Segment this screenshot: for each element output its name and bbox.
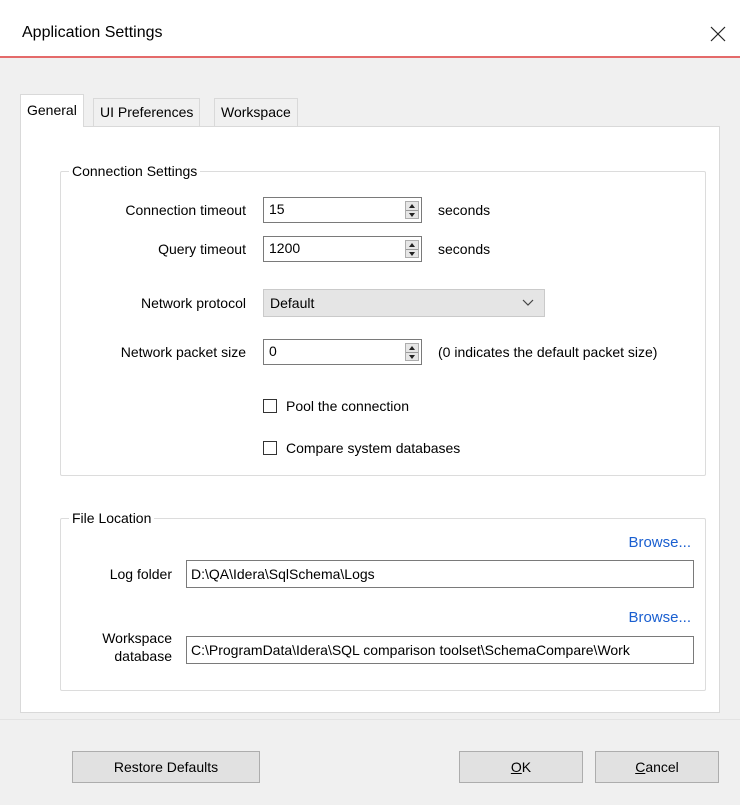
close-button[interactable] (696, 14, 740, 54)
query-timeout-value: 1200 (269, 240, 301, 256)
connection-settings-legend: Connection Settings (69, 162, 201, 180)
network-protocol-label: Network protocol (140, 295, 246, 311)
connection-timeout-unit: seconds (438, 202, 491, 218)
spin-up-icon (409, 204, 415, 208)
spin-up-icon (409, 243, 415, 247)
spin-down-icon (409, 355, 415, 359)
connection-timeout-spinner[interactable]: 15 (263, 197, 422, 223)
network-protocol-select[interactable]: Default (263, 289, 545, 317)
workspace-database-label: Workspace database (102, 629, 172, 665)
ok-button[interactable]: OK (459, 751, 583, 783)
query-timeout-spinner[interactable]: 1200 (263, 236, 422, 262)
ok-label-rest: K (521, 759, 532, 775)
chevron-down-icon (522, 299, 534, 306)
query-timeout-unit: seconds (438, 241, 491, 257)
tab-workspace[interactable]: Workspace (214, 98, 298, 126)
network-packet-size-label: Network packet size (120, 344, 246, 360)
tab-ui-preferences[interactable]: UI Preferences (93, 98, 201, 126)
ok-label-mnemonic: O (510, 759, 522, 775)
workspace-database-value: C:\ProgramData\Idera\SQL comparison tool… (191, 642, 630, 658)
connection-timeout-label: Connection timeout (125, 202, 246, 218)
footer-separator (0, 719, 740, 720)
log-folder-browse-link[interactable]: Browse... (628, 534, 691, 551)
file-location-legend: File Location (69, 509, 155, 527)
spin-up-icon (409, 346, 415, 350)
pool-connection-checkbox-row[interactable]: Pool the connection (263, 398, 409, 414)
network-packet-size-spinner[interactable]: 0 (263, 339, 422, 365)
connection-timeout-value: 15 (269, 201, 285, 217)
spin-down-icon (409, 252, 415, 256)
workspace-database-browse-link[interactable]: Browse... (628, 609, 691, 626)
connection-timeout-spin-buttons[interactable] (405, 201, 419, 219)
close-icon (710, 26, 726, 42)
compare-system-databases-checkbox[interactable] (263, 441, 277, 455)
pool-connection-label: Pool the connection (286, 398, 409, 414)
network-packet-size-value: 0 (269, 343, 277, 359)
query-timeout-label: Query timeout (158, 241, 246, 257)
log-folder-value: D:\QA\Idera\SqlSchema\Logs (191, 566, 375, 582)
compare-system-databases-label: Compare system databases (286, 440, 461, 456)
workspace-database-label-line1: Workspace (102, 630, 172, 646)
compare-system-databases-checkbox-row[interactable]: Compare system databases (263, 440, 460, 456)
pool-connection-checkbox[interactable] (263, 399, 277, 413)
cancel-label-mnemonic: C (635, 759, 646, 775)
restore-defaults-button[interactable]: Restore Defaults (72, 751, 260, 783)
network-packet-size-hint: (0 indicates the default packet size) (438, 344, 658, 360)
network-protocol-value: Default (270, 295, 315, 311)
title-bar: Application Settings (0, 0, 740, 58)
tab-general[interactable]: General (20, 94, 84, 127)
workspace-database-input[interactable]: C:\ProgramData\Idera\SQL comparison tool… (186, 636, 694, 664)
window-title: Application Settings (22, 24, 163, 41)
file-location-group: File Location Browse... Log folder D:\QA… (60, 509, 706, 691)
cancel-button[interactable]: Cancel (595, 751, 719, 783)
query-timeout-spin-buttons[interactable] (405, 240, 419, 258)
log-folder-input[interactable]: D:\QA\Idera\SqlSchema\Logs (186, 560, 694, 588)
tab-page-general: Connection Settings Connection timeout 1… (20, 126, 720, 713)
spin-down-icon (409, 213, 415, 217)
connection-settings-group: Connection Settings Connection timeout 1… (60, 162, 706, 476)
log-folder-label: Log folder (109, 566, 172, 582)
workspace-database-label-line2: database (114, 648, 172, 664)
cancel-label-rest: ancel (645, 759, 679, 775)
network-packet-size-spin-buttons[interactable] (405, 343, 419, 361)
